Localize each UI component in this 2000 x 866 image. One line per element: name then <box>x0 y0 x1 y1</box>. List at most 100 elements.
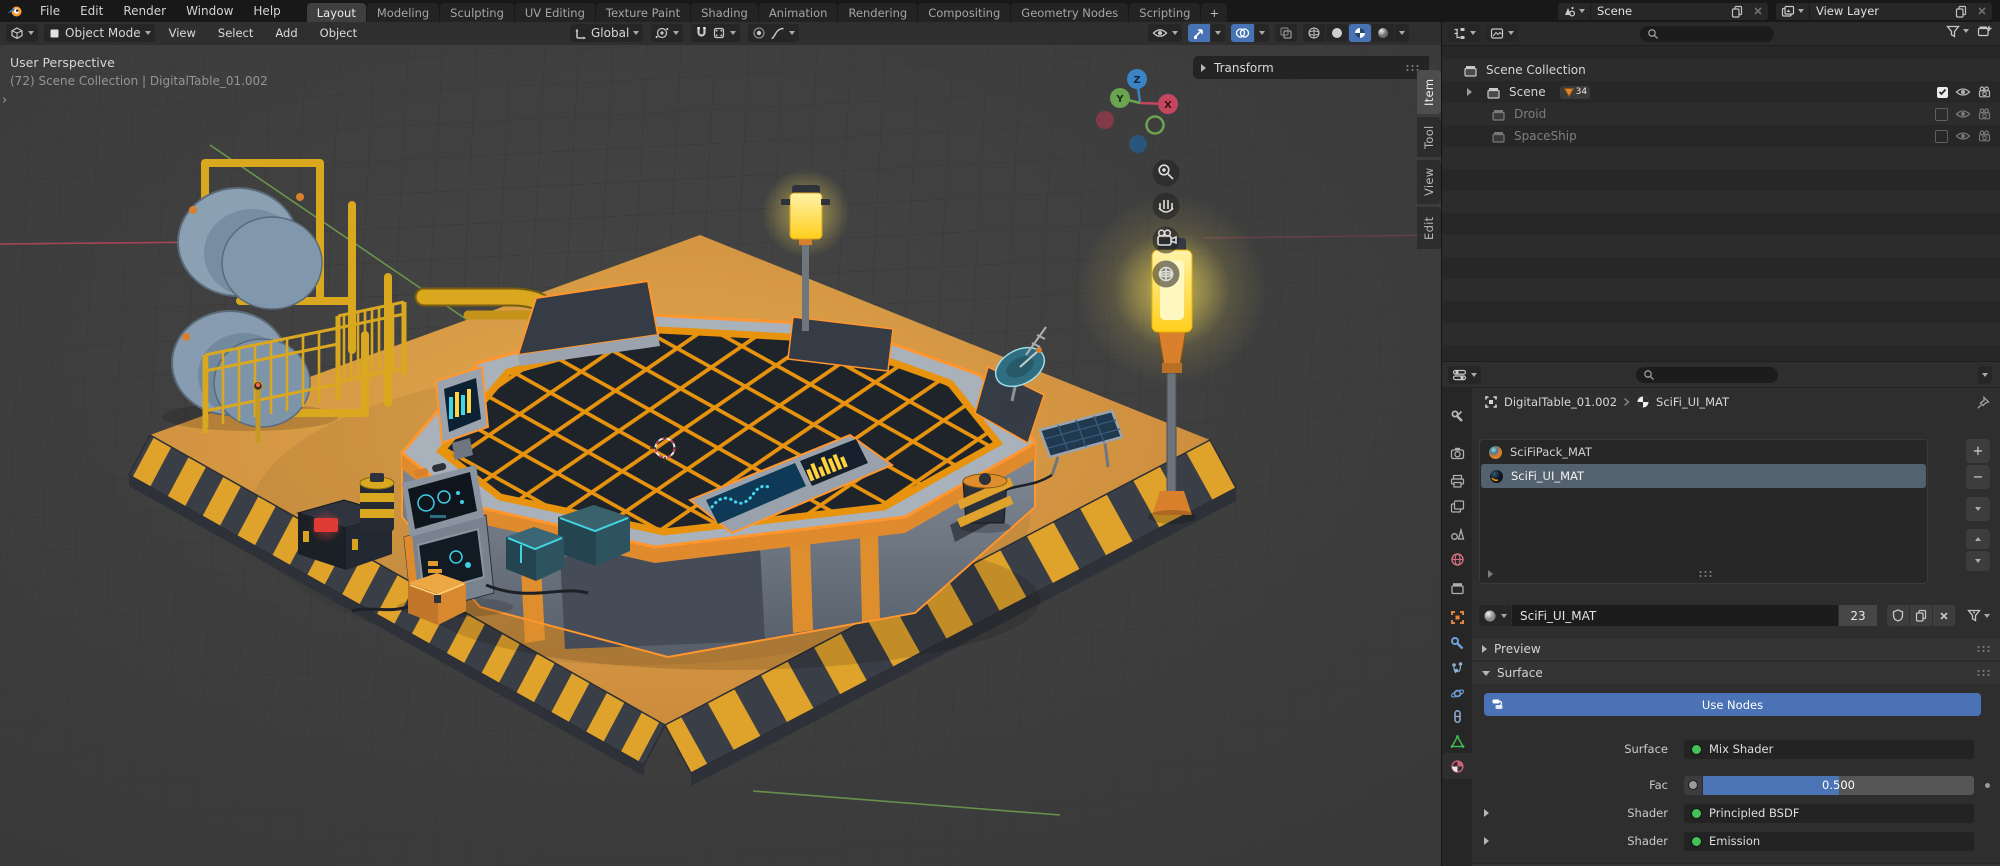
tab-object[interactable] <box>1442 604 1472 630</box>
visibility-dropdown[interactable] <box>1148 24 1182 42</box>
outliner-row-spaceship[interactable]: SpaceShip <box>1442 125 2000 147</box>
pan-button[interactable] <box>1153 193 1180 220</box>
hide-eye-icon[interactable] <box>1955 130 1971 142</box>
material-slot-scifi-ui[interactable]: SciFi_UI_MAT <box>1481 464 1926 488</box>
zoom-button[interactable] <box>1153 160 1180 187</box>
breadcrumb-object[interactable]: DigitalTable_01.002 <box>1504 395 1617 409</box>
expand-icon[interactable] <box>1488 570 1493 578</box>
tab-modifiers[interactable] <box>1442 630 1472 656</box>
menu-object[interactable]: Object <box>312 24 365 42</box>
transform-orientation-selector[interactable]: Global <box>570 24 643 42</box>
workspace-tab-scripting[interactable]: Scripting <box>1129 3 1200 22</box>
preview-panel-header[interactable]: Preview <box>1472 637 2000 660</box>
remove-slot-button[interactable]: − <box>1966 465 1990 489</box>
tab-output[interactable] <box>1442 468 1472 494</box>
sidebar-tab-edit[interactable]: Edit <box>1417 207 1441 249</box>
workspace-tab-texture-paint[interactable]: Texture Paint <box>596 3 690 22</box>
scene-unlink-button[interactable] <box>1748 3 1768 20</box>
slot-specials-button[interactable] <box>1966 497 1990 521</box>
tab-constraints[interactable] <box>1442 703 1472 729</box>
tab-object-data[interactable] <box>1442 728 1472 754</box>
workspace-tab-modeling[interactable]: Modeling <box>367 3 439 22</box>
render-visibility-icon[interactable] <box>1978 108 1992 120</box>
tab-particles[interactable] <box>1442 655 1472 681</box>
material-slot-scifipack[interactable]: SciFiPack_MAT <box>1480 440 1927 464</box>
exclude-checkbox[interactable] <box>1935 108 1948 121</box>
browse-material-button[interactable] <box>1479 605 1511 626</box>
surface-panel-header[interactable]: Surface <box>1472 661 2000 684</box>
move-slot-up-button[interactable] <box>1966 529 1990 549</box>
pivot-point-selector[interactable] <box>651 24 683 42</box>
scene-browse-button[interactable] <box>1558 3 1590 20</box>
menu-help[interactable]: Help <box>243 0 290 22</box>
xray-toggle[interactable] <box>1275 24 1297 42</box>
render-visibility-icon[interactable] <box>1978 130 1992 142</box>
fac-input-socket-button[interactable] <box>1684 776 1702 795</box>
workspace-tab-rendering[interactable]: Rendering <box>838 3 917 22</box>
mode-selector[interactable]: Object Mode <box>44 24 155 42</box>
hide-eye-icon[interactable] <box>1955 86 1971 98</box>
exclude-checkbox[interactable] <box>1937 87 1948 98</box>
pin-icon[interactable] <box>1976 396 1990 410</box>
gizmo-dropdown[interactable] <box>1211 24 1225 42</box>
panel-grip-icon[interactable] <box>1976 645 1992 653</box>
outliner-editor-type-button[interactable] <box>1448 24 1480 42</box>
hide-eye-icon[interactable] <box>1955 108 1971 120</box>
viewport-3d[interactable]: User Perspective (72) Scene Collection |… <box>0 45 1441 866</box>
menu-render[interactable]: Render <box>113 0 176 22</box>
menu-select[interactable]: Select <box>210 24 261 42</box>
view-layer-copy-button[interactable] <box>1950 3 1972 20</box>
show-overlays-toggle[interactable] <box>1231 24 1254 42</box>
shading-dropdown[interactable] <box>1395 24 1409 42</box>
tab-collection[interactable] <box>1442 575 1472 601</box>
tab-material[interactable] <box>1442 753 1472 779</box>
scene-copy-button[interactable] <box>1726 3 1748 20</box>
outliner-row-droid[interactable]: Droid <box>1442 103 2000 125</box>
overlays-dropdown[interactable] <box>1255 24 1269 42</box>
toolbar-expand-chevron[interactable]: › <box>2 93 7 108</box>
viewport-canvas[interactable] <box>0 45 1441 866</box>
material-name-field[interactable]: SciFi_UI_MAT <box>1512 605 1838 626</box>
new-collection-button[interactable] <box>1977 24 1992 38</box>
view-layer-name[interactable]: View Layer <box>1810 4 1950 18</box>
expand-icon[interactable] <box>1467 88 1472 96</box>
tab-render[interactable] <box>1442 440 1472 466</box>
workspace-tab-uv-editing[interactable]: UV Editing <box>515 3 595 22</box>
view-layer-unlink-button[interactable] <box>1972 3 1992 20</box>
material-specials-button[interactable] <box>1967 609 1990 622</box>
canister-object[interactable] <box>360 473 394 531</box>
panel-grip-icon[interactable] <box>1976 669 1992 677</box>
render-visibility-icon[interactable] <box>1978 86 1992 98</box>
outliner-search-input[interactable] <box>1640 26 1774 42</box>
unlink-material-button[interactable] <box>1933 605 1955 626</box>
sidebar-tab-tool[interactable]: Tool <box>1417 117 1441 157</box>
axis-gizmo[interactable]: Z X Y <box>1096 69 1178 153</box>
shading-rendered-button[interactable] <box>1372 24 1394 42</box>
barrel-object[interactable] <box>957 473 1014 533</box>
material-users-count[interactable]: 23 <box>1839 605 1877 626</box>
new-material-button[interactable] <box>1910 605 1932 626</box>
shading-material-preview-button[interactable] <box>1349 24 1371 42</box>
view-layer-browse-button[interactable] <box>1776 3 1809 20</box>
outliner-filter-button[interactable] <box>1946 25 1969 38</box>
outliner-row-scene-collection[interactable]: Scene Collection <box>1442 59 2000 81</box>
shading-wireframe-button[interactable] <box>1303 24 1325 42</box>
menu-window[interactable]: Window <box>176 0 243 22</box>
sidebar-tab-item[interactable]: Item <box>1417 70 1441 114</box>
workspace-tab-shading[interactable]: Shading <box>691 3 758 22</box>
menu-add[interactable]: Add <box>267 24 305 42</box>
shader1-selector[interactable]: Principled BSDF <box>1684 804 1974 823</box>
editor-type-button[interactable] <box>6 24 38 42</box>
properties-search-input[interactable] <box>1636 367 1778 383</box>
transform-panel-header[interactable]: Transform <box>1193 56 1429 79</box>
shading-solid-button[interactable] <box>1326 24 1348 42</box>
properties-editor-type-button[interactable] <box>1448 366 1481 384</box>
add-workspace-button[interactable]: + <box>1201 3 1227 22</box>
fac-slider[interactable]: 0.500 <box>1703 776 1974 795</box>
outliner-row-scene[interactable]: Scene 34 <box>1442 81 2000 103</box>
snapping-controls[interactable] <box>691 24 740 42</box>
exclude-checkbox[interactable] <box>1935 130 1948 143</box>
blender-logo-icon[interactable] <box>0 0 30 22</box>
workspace-tab-sculpting[interactable]: Sculpting <box>440 3 514 22</box>
menu-view[interactable]: View <box>161 24 204 42</box>
